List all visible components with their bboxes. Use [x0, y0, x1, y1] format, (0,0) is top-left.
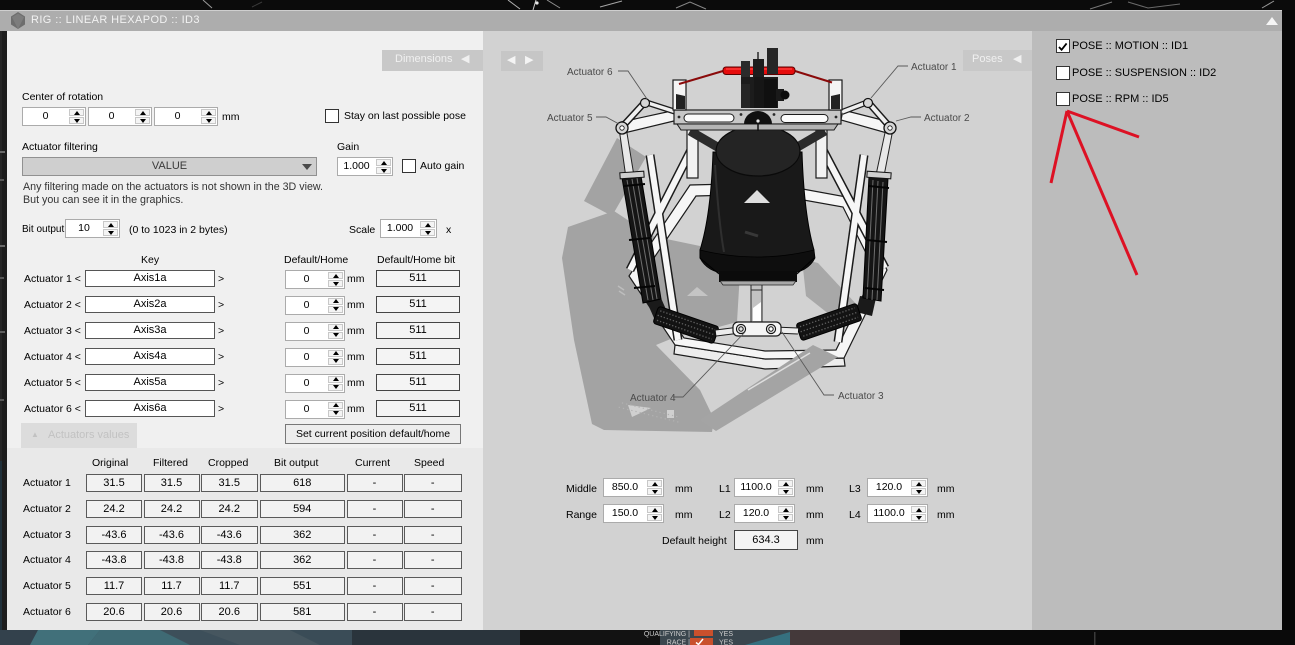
svg-text:Actuator 6: Actuator 6 — [567, 67, 613, 78]
svg-text:Actuator 2: Actuator 2 — [924, 113, 970, 124]
svg-text:YES: YES — [719, 640, 733, 645]
svg-text:QUALIFYING |: QUALIFYING | — [644, 631, 690, 638]
svg-text:Actuator 1: Actuator 1 — [911, 62, 957, 73]
svg-text:Actuator 3: Actuator 3 — [838, 391, 884, 402]
svg-text:YES: YES — [719, 631, 733, 638]
svg-text:Actuator 4: Actuator 4 — [630, 393, 676, 404]
svg-text:Actuator 5: Actuator 5 — [547, 113, 593, 124]
svg-text:RACE |: RACE | — [667, 640, 690, 645]
